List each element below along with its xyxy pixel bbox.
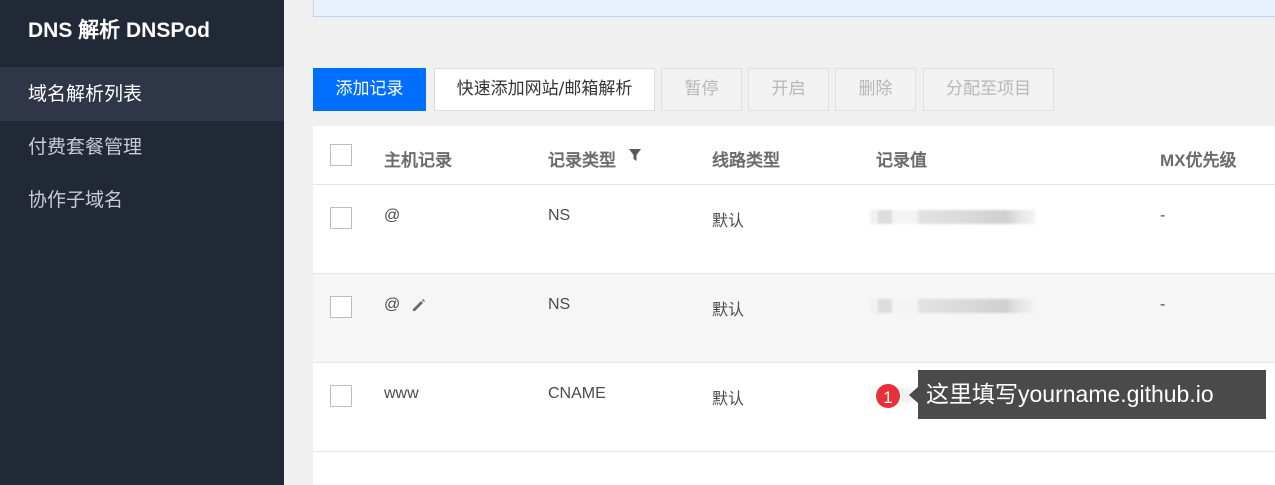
table-header: 主机记录 记录类型 线路类型 记录值 MX优先级 — [313, 126, 1275, 185]
sidebar-item-collab-subdomain[interactable]: 协作子域名 — [0, 173, 284, 227]
table-row[interactable]: @ NS 默认 - — [313, 274, 1275, 363]
header-value: 记录值 — [876, 151, 927, 170]
app-title: DNS 解析 DNSPod — [28, 19, 211, 42]
cell-type: NS — [548, 296, 571, 313]
pencil-icon[interactable] — [411, 297, 427, 317]
cell-host: @ — [384, 207, 401, 224]
cell-mx: - — [1160, 296, 1166, 313]
sidebar: DNS 解析 DNSPod 域名解析列表 付费套餐管理 协作子域名 — [0, 0, 284, 485]
assign-project-button[interactable]: 分配至项目 — [923, 68, 1054, 111]
header-host: 主机记录 — [384, 151, 452, 170]
header-line: 线路类型 — [712, 151, 780, 170]
records-table: 主机记录 记录类型 线路类型 记录值 MX优先级 @ NS 默认 - @ NS — [313, 126, 1275, 485]
sidebar-item-domain-list[interactable]: 域名解析列表 — [0, 67, 284, 121]
sidebar-item-paid-plans[interactable]: 付费套餐管理 — [0, 120, 284, 174]
redacted-value — [870, 210, 1035, 224]
header-mx: MX优先级 — [1160, 151, 1237, 170]
select-all-checkbox[interactable] — [330, 144, 352, 166]
cell-type: CNAME — [548, 385, 606, 402]
row-checkbox[interactable] — [330, 207, 352, 229]
add-record-button[interactable]: 添加记录 — [313, 68, 426, 111]
header-type: 记录类型 — [548, 151, 616, 170]
redacted-value — [870, 299, 1035, 313]
notice-banner — [313, 0, 1275, 17]
cell-line: 默认 — [712, 391, 745, 408]
step-badge: 1 — [874, 382, 902, 410]
cell-type: NS — [548, 207, 571, 224]
pause-button[interactable]: 暂停 — [661, 68, 742, 111]
cell-mx: - — [1160, 207, 1166, 224]
cell-host: @ — [384, 296, 401, 313]
delete-button[interactable]: 删除 — [835, 68, 916, 111]
instruction-tooltip: 这里填写yourname.github.io — [918, 370, 1266, 419]
filter-icon[interactable] — [628, 147, 642, 166]
cell-line: 默认 — [712, 213, 745, 230]
enable-button[interactable]: 开启 — [748, 68, 829, 111]
quick-add-button[interactable]: 快速添加网站/邮箱解析 — [434, 68, 655, 111]
cell-line: 默认 — [712, 302, 745, 319]
row-checkbox[interactable] — [330, 296, 352, 318]
table-row[interactable]: @ NS 默认 - — [313, 185, 1275, 274]
row-checkbox[interactable] — [330, 385, 352, 407]
cell-host: www — [384, 385, 419, 402]
